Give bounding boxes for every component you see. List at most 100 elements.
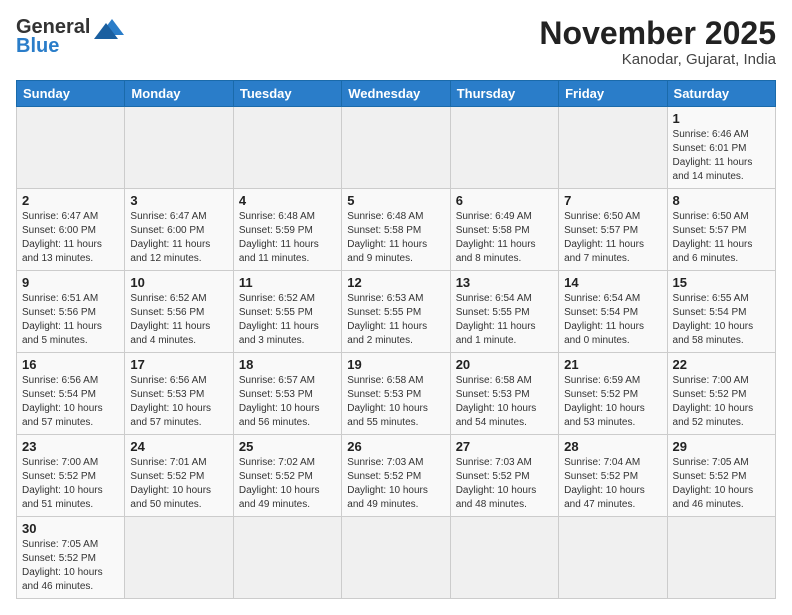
day-cell: 5 Sunrise: 6:48 AM Sunset: 5:58 PM Daylig… [342,189,450,271]
day-cell: 18 Sunrise: 6:57 AM Sunset: 5:53 PM Dayli… [233,353,341,435]
day-number: 2 [22,193,119,208]
page-header: General Blue November 2025 Kanodar, Guja… [16,16,776,68]
week-row-4: 23 Sunrise: 7:00 AM Sunset: 5:52 PM Dayli… [17,435,776,517]
week-row-5: 30 Sunrise: 7:05 AM Sunset: 5:52 PM Dayli… [17,517,776,599]
day-number: 7 [564,193,661,208]
day-header-saturday: Saturday [667,81,775,107]
day-cell: 30 Sunrise: 7:05 AM Sunset: 5:52 PM Dayli… [17,517,125,599]
day-number: 1 [673,111,770,126]
day-cell: 25 Sunrise: 7:02 AM Sunset: 5:52 PM Dayli… [233,435,341,517]
day-number: 5 [347,193,444,208]
day-info: Sunrise: 7:00 AM Sunset: 5:52 PM Dayligh… [673,374,770,430]
day-number: 10 [130,275,227,290]
day-cell: 15Sunrise: 6:55 AM Sunset: 5:54 PM Dayli… [667,271,775,353]
day-cell: 27 Sunrise: 7:03 AM Sunset: 5:52 PM Dayli… [450,435,558,517]
day-cell [125,107,233,189]
day-number: 24 [130,439,227,454]
day-cell: 11 Sunrise: 6:52 AM Sunset: 5:55 PM Dayli… [233,271,341,353]
day-number: 11 [239,275,336,290]
day-cell: 13Sunrise: 6:54 AM Sunset: 5:55 PM Dayli… [450,271,558,353]
day-info: Sunrise: 6:57 AM Sunset: 5:53 PM Dayligh… [239,374,336,430]
day-cell [233,107,341,189]
day-number: 28 [564,439,661,454]
day-number: 21 [564,357,661,372]
day-header-wednesday: Wednesday [342,81,450,107]
day-info: Sunrise: 7:00 AM Sunset: 5:52 PM Dayligh… [22,456,119,512]
day-info: Sunrise: 7:04 AM Sunset: 5:52 PM Dayligh… [564,456,661,512]
day-header-sunday: Sunday [17,81,125,107]
day-info: Sunrise: 6:50 AM Sunset: 5:57 PM Dayligh… [673,210,770,266]
day-info: Sunrise: 6:50 AM Sunset: 5:57 PM Dayligh… [564,210,661,266]
day-cell [125,517,233,599]
week-row-2: 9 Sunrise: 6:51 AM Sunset: 5:56 PM Daylig… [17,271,776,353]
day-info: Sunrise: 6:54 AM Sunset: 5:55 PM Dayligh… [456,292,553,348]
day-number: 3 [130,193,227,208]
day-cell [233,517,341,599]
day-cell: 9 Sunrise: 6:51 AM Sunset: 5:56 PM Daylig… [17,271,125,353]
day-info: Sunrise: 6:58 AM Sunset: 5:53 PM Dayligh… [347,374,444,430]
day-info: Sunrise: 6:49 AM Sunset: 5:58 PM Dayligh… [456,210,553,266]
day-info: Sunrise: 6:53 AM Sunset: 5:55 PM Dayligh… [347,292,444,348]
day-number: 4 [239,193,336,208]
day-cell [559,517,667,599]
calendar-table: SundayMondayTuesdayWednesdayThursdayFrid… [16,80,776,599]
day-cell: 16 Sunrise: 6:56 AM Sunset: 5:54 PM Dayli… [17,353,125,435]
day-cell: 19 Sunrise: 6:58 AM Sunset: 5:53 PM Dayli… [342,353,450,435]
day-number: 16 [22,357,119,372]
day-cell: 23 Sunrise: 7:00 AM Sunset: 5:52 PM Dayli… [17,435,125,517]
day-number: 23 [22,439,119,454]
day-number: 15 [673,275,770,290]
day-info: Sunrise: 7:01 AM Sunset: 5:52 PM Dayligh… [130,456,227,512]
day-cell [450,517,558,599]
day-number: 20 [456,357,553,372]
day-info: Sunrise: 6:59 AM Sunset: 5:52 PM Dayligh… [564,374,661,430]
day-number: 22 [673,357,770,372]
day-header-friday: Friday [559,81,667,107]
day-number: 29 [673,439,770,454]
day-cell: 10 Sunrise: 6:52 AM Sunset: 5:56 PM Dayli… [125,271,233,353]
day-info: Sunrise: 6:51 AM Sunset: 5:56 PM Dayligh… [22,292,119,348]
day-header-thursday: Thursday [450,81,558,107]
day-number: 9 [22,275,119,290]
day-number: 26 [347,439,444,454]
day-cell: 14Sunrise: 6:54 AM Sunset: 5:54 PM Dayli… [559,271,667,353]
calendar-header-row: SundayMondayTuesdayWednesdayThursdayFrid… [17,81,776,107]
day-info: Sunrise: 6:47 AM Sunset: 6:00 PM Dayligh… [130,210,227,266]
day-cell: 2 Sunrise: 6:47 AM Sunset: 6:00 PM Daylig… [17,189,125,271]
day-number: 25 [239,439,336,454]
day-cell: 26Sunrise: 7:03 AM Sunset: 5:52 PM Dayli… [342,435,450,517]
day-number: 18 [239,357,336,372]
day-cell: 22 Sunrise: 7:00 AM Sunset: 5:52 PM Dayli… [667,353,775,435]
day-info: Sunrise: 6:52 AM Sunset: 5:55 PM Dayligh… [239,292,336,348]
day-cell: 12Sunrise: 6:53 AM Sunset: 5:55 PM Dayli… [342,271,450,353]
day-header-monday: Monday [125,81,233,107]
day-number: 19 [347,357,444,372]
day-cell [342,107,450,189]
day-info: Sunrise: 6:48 AM Sunset: 5:59 PM Dayligh… [239,210,336,266]
day-cell [342,517,450,599]
day-cell: 29Sunrise: 7:05 AM Sunset: 5:52 PM Dayli… [667,435,775,517]
day-number: 8 [673,193,770,208]
day-info: Sunrise: 6:54 AM Sunset: 5:54 PM Dayligh… [564,292,661,348]
day-cell [450,107,558,189]
logo-blue-text: Blue [16,35,59,58]
day-info: Sunrise: 7:03 AM Sunset: 5:52 PM Dayligh… [456,456,553,512]
day-cell [17,107,125,189]
day-info: Sunrise: 6:46 AM Sunset: 6:01 PM Dayligh… [673,128,770,184]
day-cell: 4 Sunrise: 6:48 AM Sunset: 5:59 PM Daylig… [233,189,341,271]
day-info: Sunrise: 6:52 AM Sunset: 5:56 PM Dayligh… [130,292,227,348]
day-number: 17 [130,357,227,372]
day-number: 30 [22,521,119,536]
week-row-3: 16 Sunrise: 6:56 AM Sunset: 5:54 PM Dayli… [17,353,776,435]
day-cell [559,107,667,189]
day-info: Sunrise: 6:47 AM Sunset: 6:00 PM Dayligh… [22,210,119,266]
day-cell [667,517,775,599]
day-info: Sunrise: 6:56 AM Sunset: 5:54 PM Dayligh… [22,374,119,430]
day-info: Sunrise: 7:02 AM Sunset: 5:52 PM Dayligh… [239,456,336,512]
day-cell: 7 Sunrise: 6:50 AM Sunset: 5:57 PM Daylig… [559,189,667,271]
day-info: Sunrise: 6:56 AM Sunset: 5:53 PM Dayligh… [130,374,227,430]
day-info: Sunrise: 6:48 AM Sunset: 5:58 PM Dayligh… [347,210,444,266]
day-info: Sunrise: 7:05 AM Sunset: 5:52 PM Dayligh… [22,538,119,594]
week-row-1: 2 Sunrise: 6:47 AM Sunset: 6:00 PM Daylig… [17,189,776,271]
day-number: 27 [456,439,553,454]
